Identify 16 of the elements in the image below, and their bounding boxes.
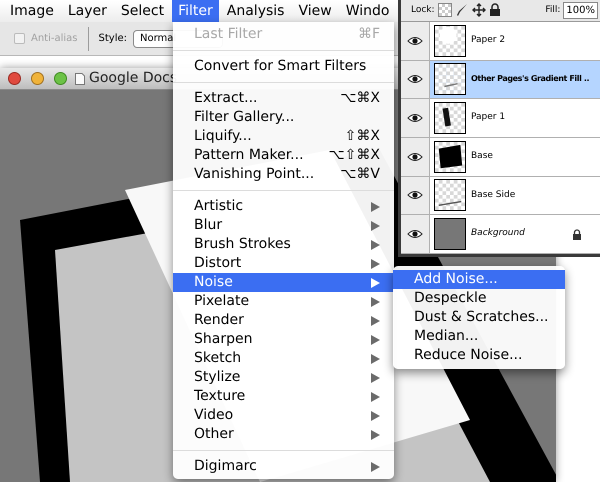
layer-name: Base xyxy=(471,150,493,163)
shortcut: ⌥⇧⌘X xyxy=(328,146,380,165)
layer-name: Other Pages's Gradient Fill .. xyxy=(471,73,590,86)
shortcut: ⌥⌘V xyxy=(340,165,380,184)
style-label: Style: xyxy=(98,32,128,46)
layer-name: Paper 2 xyxy=(471,34,506,47)
shortcut: ⇧⌘X xyxy=(344,127,380,146)
shortcut: ⌘F xyxy=(358,25,380,44)
layer-name: Background xyxy=(471,227,525,240)
layer-name: Base Side xyxy=(471,188,516,202)
lock-label: Lock: xyxy=(411,4,435,17)
shortcut: ⌥⌘X xyxy=(340,89,380,108)
fill-label: Fill: xyxy=(545,4,560,17)
window-title: Google Docs xyxy=(89,69,178,88)
layer-name: Paper 1 xyxy=(471,111,506,124)
anti-alias-label: Anti-alias xyxy=(31,32,78,46)
